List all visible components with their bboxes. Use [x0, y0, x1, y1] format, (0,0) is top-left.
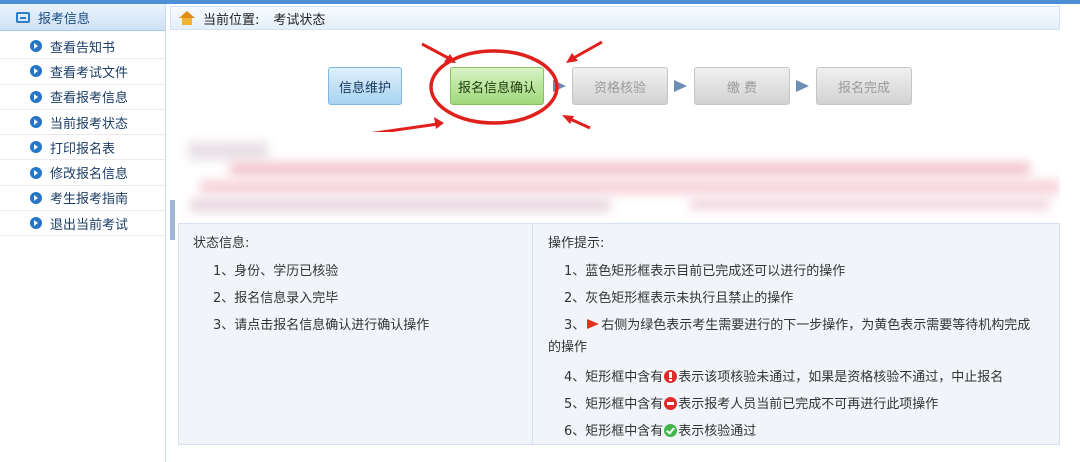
sidebar-item-label: 查看报考信息 — [50, 91, 129, 107]
red-arrow-icon — [587, 319, 600, 329]
breadcrumb: 当前位置: 考试状态 — [170, 6, 1060, 30]
sidebar-item-current-status[interactable]: 当前报考状态 — [0, 110, 165, 136]
tip-line: 2、灰色矩形框表示未执行且禁止的操作 — [564, 291, 794, 306]
tip-prefix: 6、矩形框中含有 — [564, 424, 664, 439]
sidebar-item-print-form[interactable]: 打印报名表 — [0, 135, 165, 161]
sidebar-item-notice[interactable]: 查看告知书 — [0, 34, 165, 60]
info-panel: 状态信息: 1、身份、学历已核验 2、报名信息录入完毕 3、请点击报名信息确认进… — [178, 223, 1060, 445]
sidebar-item-label: 修改报名信息 — [50, 167, 129, 183]
check-circle-icon — [664, 424, 678, 437]
breadcrumb-prefix: 当前位置: — [203, 12, 260, 28]
sidebar: 报考信息 查看告知书 查看考试文件 查看报考信息 当前报考状态 打印报名表 修改… — [0, 4, 166, 462]
tip-line: 3、 右侧为绿色表示考生需要进行的下一步操作，为黄色表示需要等待机构完成 — [564, 314, 1030, 333]
sidebar-item-edit-info[interactable]: 修改报名信息 — [0, 160, 165, 186]
sidebar-item-guide[interactable]: 考生报考指南 — [0, 186, 165, 212]
arrow-circle-icon — [30, 141, 42, 154]
sidebar-menu: 查看告知书 查看考试文件 查看报考信息 当前报考状态 打印报名表 修改报名信息 … — [0, 31, 165, 237]
minus-circle-icon — [664, 397, 678, 410]
collapse-handle[interactable] — [170, 200, 175, 240]
arrow-circle-icon — [30, 65, 42, 78]
sidebar-header-label: 报考信息 — [38, 11, 91, 27]
exclamation-icon — [664, 370, 678, 383]
tip-text: 右侧为绿色表示考生需要进行的下一步操作，为黄色表示需要等待机构完成 — [601, 318, 1031, 333]
status-section: 状态信息: 1、身份、学历已核验 2、报名信息录入完毕 3、请点击报名信息确认进… — [179, 224, 533, 444]
tip-line: 5、矩形框中含有 表示报考人员当前已完成不可再进行此项操作 — [564, 393, 938, 412]
tip-text: 表示该项核验未通过，如果是资格核验不通过，中止报名 — [678, 370, 1004, 385]
sidebar-item-exam-files[interactable]: 查看考试文件 — [0, 59, 165, 85]
annotation-arrows — [371, 40, 603, 132]
sidebar-item-label: 当前报考状态 — [50, 116, 129, 132]
sidebar-item-registration-info[interactable]: 查看报考信息 — [0, 85, 165, 110]
arrow-circle-icon — [30, 166, 42, 179]
arrow-circle-icon — [30, 40, 42, 53]
sidebar-item-label: 查看考试文件 — [50, 65, 129, 81]
arrow-circle-icon — [30, 90, 42, 103]
status-line: 3、请点击报名信息确认进行确认操作 — [213, 318, 430, 333]
tip-line: 1、蓝色矩形框表示目前已完成还可以进行的操作 — [564, 264, 846, 279]
arrow-circle-icon — [30, 116, 42, 129]
sidebar-item-label: 考生报考指南 — [50, 192, 129, 208]
status-line: 2、报名信息录入完毕 — [213, 291, 339, 306]
tip-prefix: 3、 — [564, 318, 586, 333]
status-title: 状态信息: — [193, 236, 250, 251]
tip-line: 6、矩形框中含有 表示核验通过 — [564, 420, 756, 439]
breadcrumb-current: 考试状态 — [273, 12, 326, 28]
tips-section: 操作提示: 1、蓝色矩形框表示目前已完成还可以进行的操作 2、灰色矩形框表示未执… — [534, 224, 1059, 444]
annotation-overlay — [371, 40, 603, 132]
arrow-circle-icon — [30, 217, 42, 230]
sidebar-item-label: 打印报名表 — [50, 141, 116, 157]
progress-steps: 信息维护 报名信息确认 资格核验 缴 费 报名完成 — [170, 32, 1060, 132]
tips-title: 操作提示: — [548, 236, 605, 251]
home-icon[interactable] — [179, 11, 195, 25]
tip-text: 表示报考人员当前已完成不可再进行此项操作 — [678, 397, 939, 412]
monitor-icon — [16, 11, 30, 23]
tip-line: 4、矩形框中含有 表示该项核验未通过，如果是资格核验不通过，中止报名 — [564, 366, 1003, 385]
sidebar-item-exit-exam[interactable]: 退出当前考试 — [0, 211, 165, 237]
arrow-circle-icon — [30, 191, 42, 204]
tip-prefix: 4、矩形框中含有 — [564, 370, 664, 385]
sidebar-item-label: 退出当前考试 — [50, 217, 129, 233]
tip-line-continued: 的操作 — [548, 340, 588, 355]
tip-text: 表示核验通过 — [678, 424, 757, 439]
redacted-info — [170, 132, 1060, 218]
sidebar-header[interactable]: 报考信息 — [0, 4, 165, 31]
status-line: 1、身份、学历已核验 — [213, 264, 339, 279]
tip-prefix: 5、矩形框中含有 — [564, 397, 664, 412]
sidebar-item-label: 查看告知书 — [50, 40, 116, 56]
